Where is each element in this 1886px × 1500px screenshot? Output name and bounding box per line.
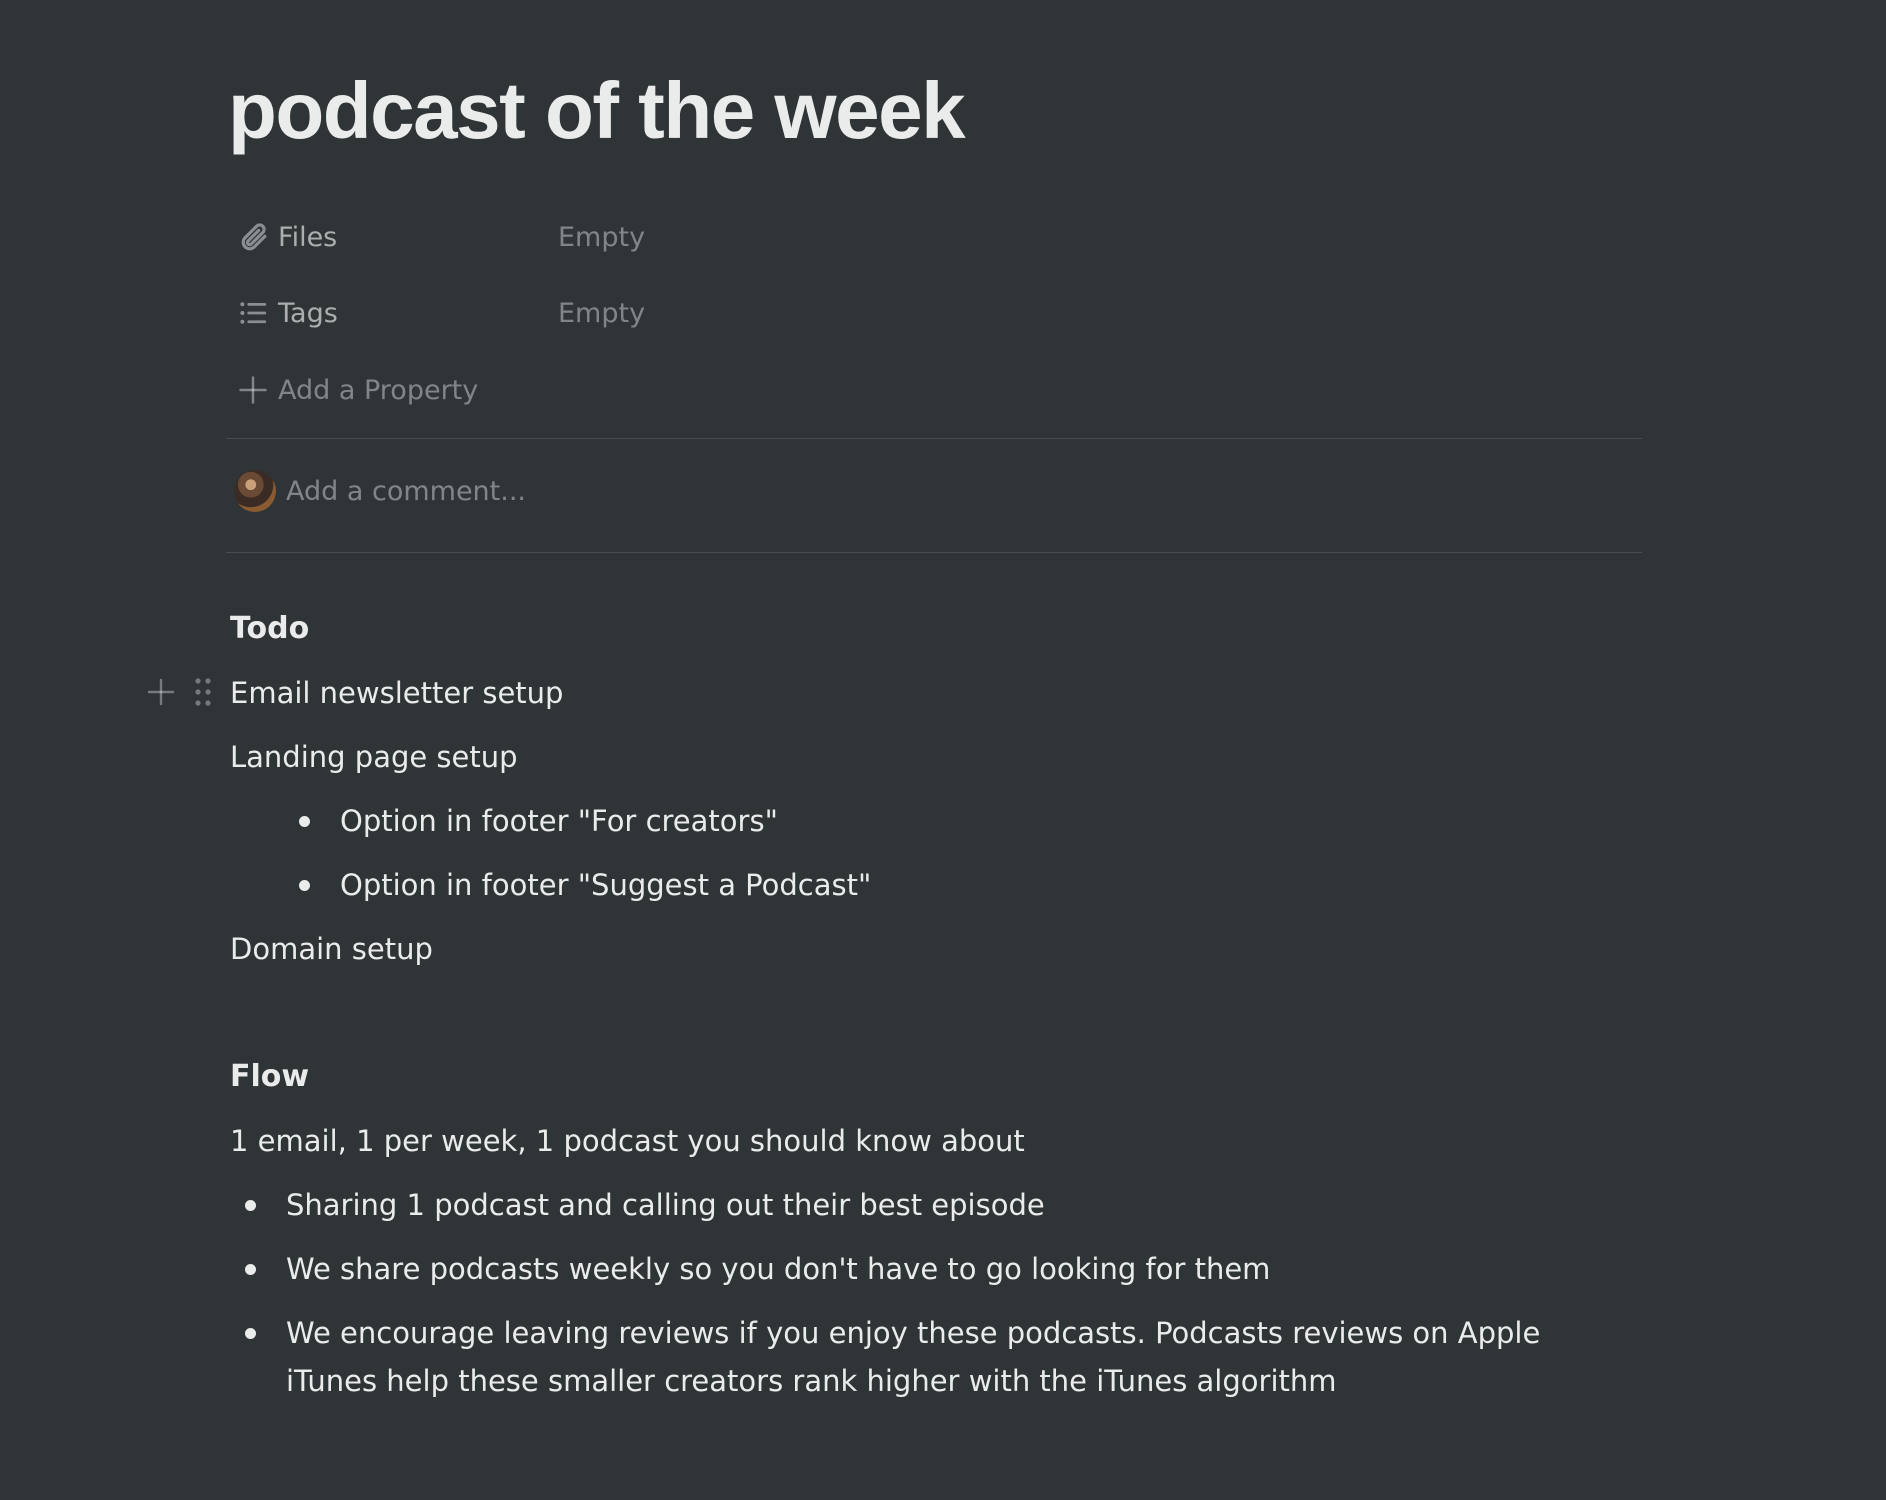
comment-input[interactable] — [286, 475, 1186, 507]
property-row-tags[interactable]: Tags Empty — [230, 288, 1640, 338]
list-item-text: Sharing 1 podcast and calling out their … — [286, 1188, 1045, 1222]
notion-page: podcast of the week Files Empty Tags Emp… — [0, 0, 1886, 1500]
todo-item-domain[interactable]: Domain setup — [230, 925, 433, 973]
bullet-icon — [230, 1245, 286, 1293]
paperclip-icon — [230, 212, 278, 262]
add-property-label: Add a Property — [278, 374, 479, 406]
flow-intro[interactable]: 1 email, 1 per week, 1 podcast you shoul… — [230, 1117, 1025, 1165]
list-item[interactable]: Option in footer "Suggest a Podcast" — [284, 861, 871, 909]
bullet-icon — [284, 861, 340, 909]
bullet-icon — [230, 1309, 286, 1405]
list-item[interactable]: Sharing 1 podcast and calling out their … — [230, 1181, 1640, 1229]
list-item-text: Option in footer "For creators" — [340, 804, 778, 838]
list-item[interactable]: Option in footer "For creators" — [284, 797, 778, 845]
todo-heading[interactable]: Todo — [230, 605, 309, 653]
list-item-text: We encourage leaving reviews if you enjo… — [286, 1316, 1541, 1398]
divider — [226, 552, 1642, 553]
page-title[interactable]: podcast of the week — [228, 66, 966, 156]
bullet-icon — [230, 1181, 286, 1229]
drag-handle-icon[interactable] — [193, 676, 213, 708]
todo-item-email[interactable]: Email newsletter setup — [230, 669, 563, 717]
add-block-icon[interactable] — [145, 676, 177, 708]
todo-item-landing[interactable]: Landing page setup — [230, 733, 518, 781]
divider — [226, 438, 1642, 439]
list-item-text: Option in footer "Suggest a Podcast" — [340, 868, 872, 902]
property-value-tags[interactable]: Empty — [558, 298, 645, 329]
plus-icon — [230, 365, 278, 415]
bullet-icon — [284, 797, 340, 845]
property-name-tags: Tags — [278, 297, 338, 329]
add-property-button[interactable]: Add a Property — [230, 365, 1640, 415]
comment-row — [230, 466, 1640, 516]
list-item[interactable]: We encourage leaving reviews if you enjo… — [230, 1309, 1640, 1405]
list-item-text: We share podcasts weekly so you don't ha… — [286, 1252, 1271, 1286]
avatar — [234, 470, 276, 512]
property-value-files[interactable]: Empty — [558, 222, 645, 253]
list-item[interactable]: We share podcasts weekly so you don't ha… — [230, 1245, 1640, 1293]
list-icon — [230, 288, 278, 338]
flow-heading[interactable]: Flow — [230, 1053, 309, 1101]
property-name-files: Files — [278, 221, 338, 253]
property-row-files[interactable]: Files Empty — [230, 212, 1640, 262]
